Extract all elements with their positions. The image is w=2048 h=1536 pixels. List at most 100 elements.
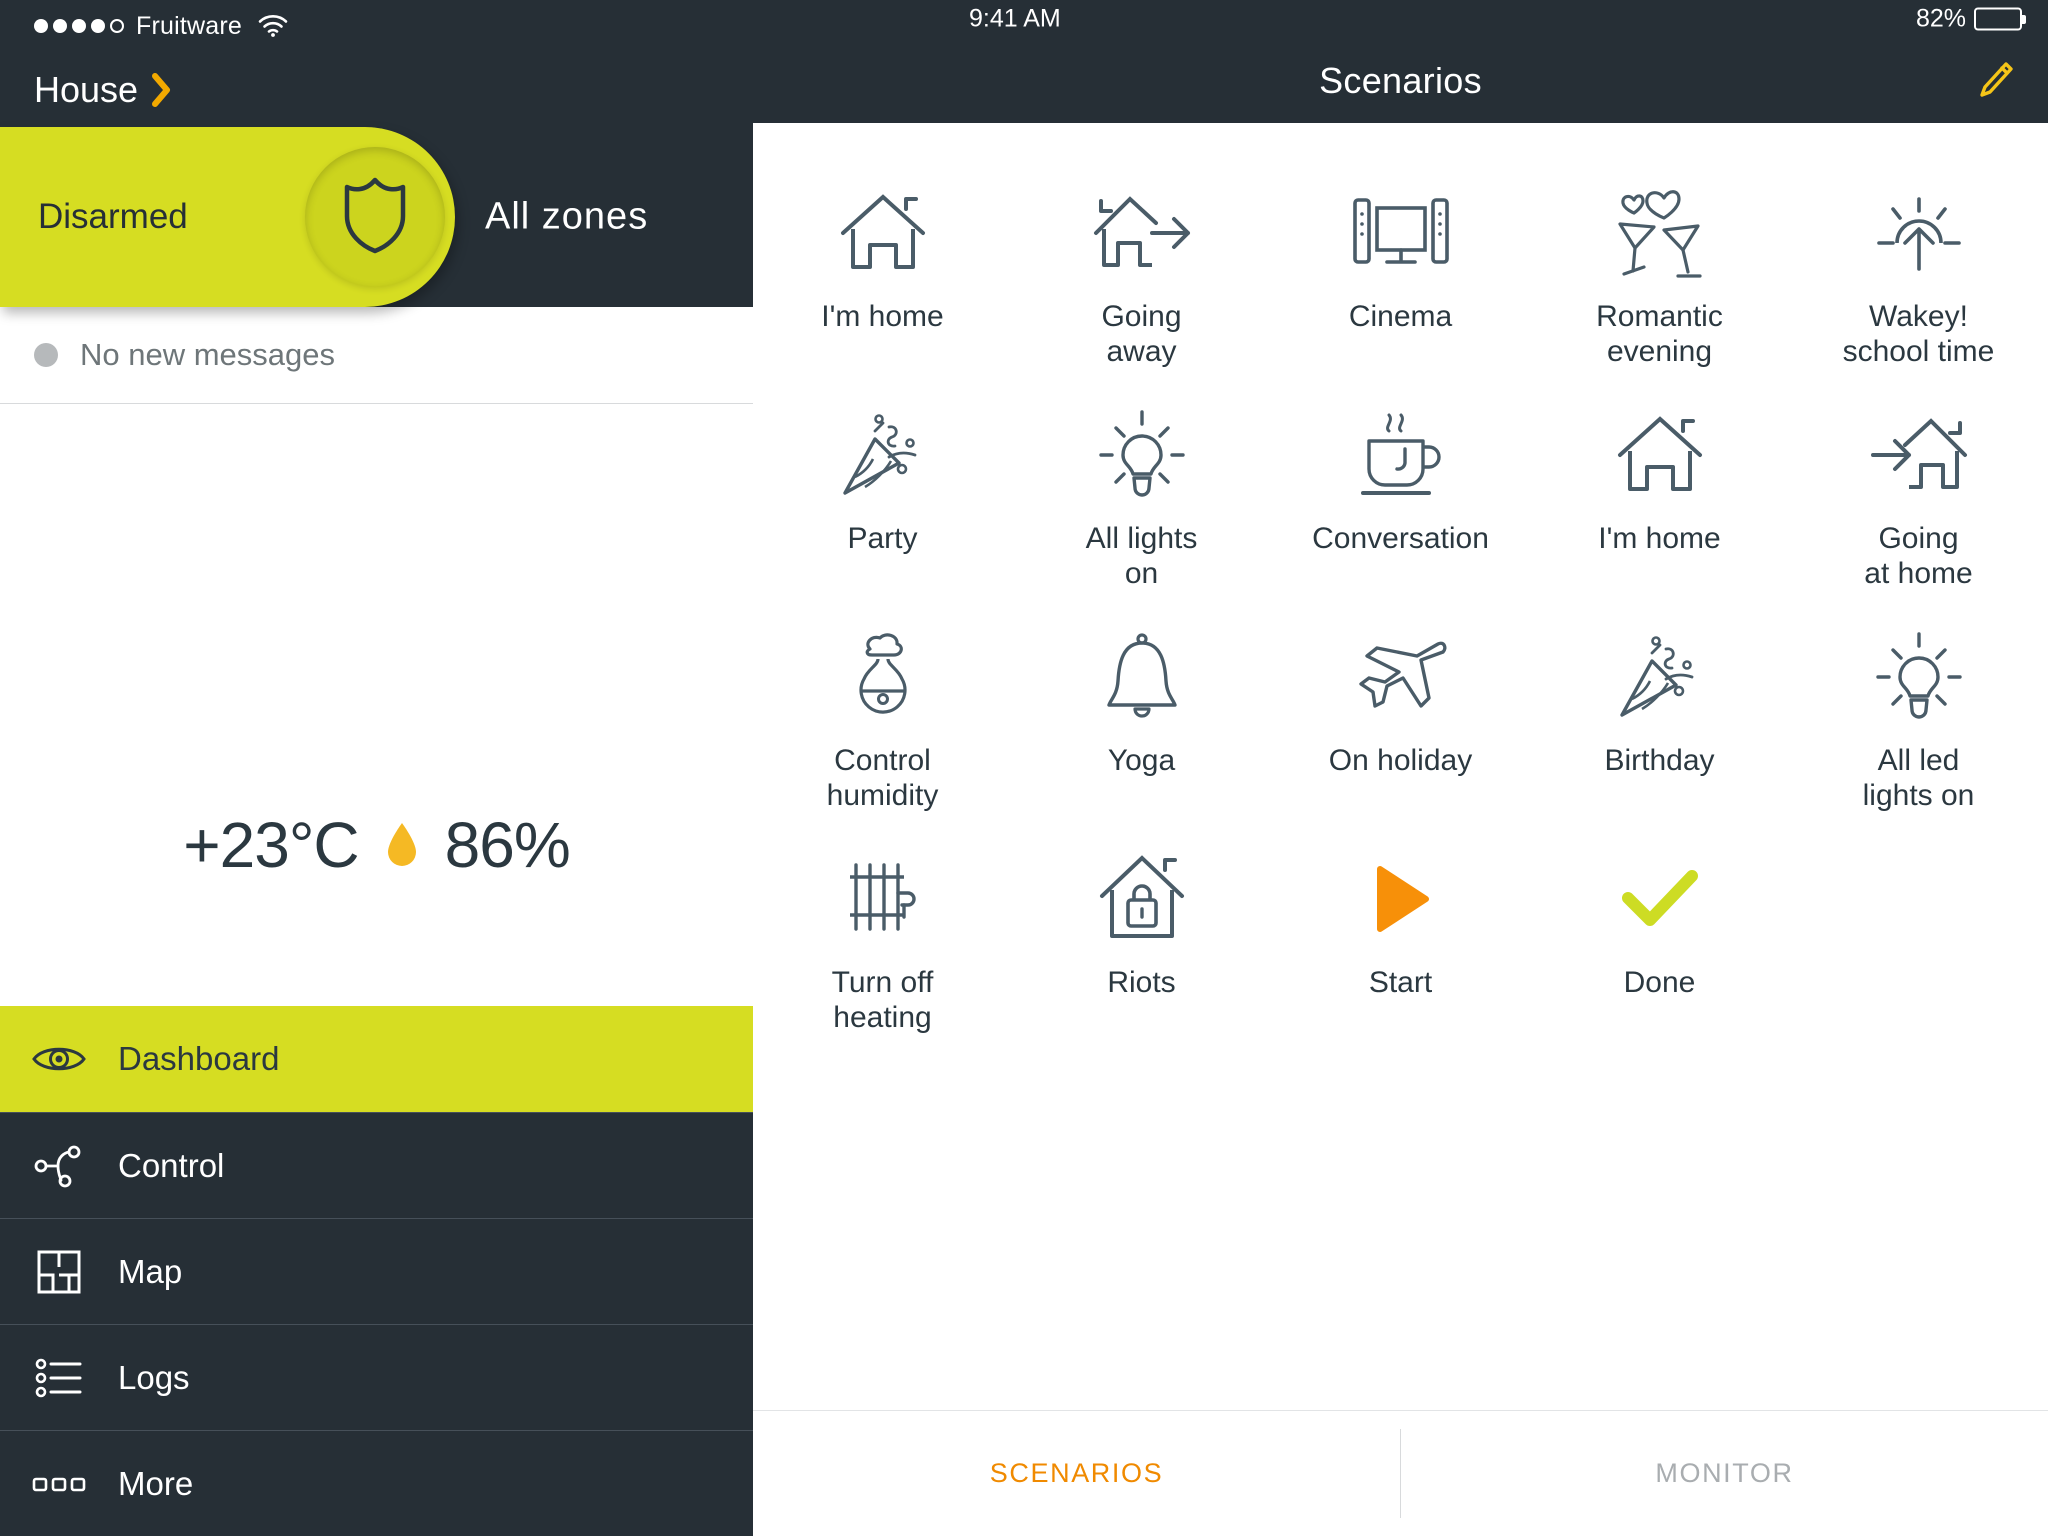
battery-percent-label: 82% xyxy=(1915,4,1966,33)
scenario-tile-start[interactable]: Start xyxy=(1271,823,1530,1045)
scenario-tile-party[interactable]: Party xyxy=(753,379,1012,601)
signal-dot xyxy=(53,19,67,33)
scenario-label: Yoga xyxy=(1107,744,1176,777)
scenario-label: Going away xyxy=(1101,300,1182,369)
scenario-tile-going-at-home[interactable]: Going at home xyxy=(1789,379,2048,601)
tv-speakers-icon xyxy=(1351,183,1451,283)
scenario-tile-riots[interactable]: Riots xyxy=(1012,823,1271,1045)
house-arrow-in-icon xyxy=(1867,405,1971,505)
shield-icon xyxy=(338,174,412,261)
scenario-tile-control-humidity[interactable]: Control humidity xyxy=(753,601,1012,823)
scenario-tile-im-home[interactable]: I'm home xyxy=(753,157,1012,379)
more-dots-icon xyxy=(0,1474,118,1494)
arm-toggle-area: Disarmed All zones xyxy=(0,127,753,307)
messages-label: No new messages xyxy=(80,337,336,372)
scenario-tile-im-home-2[interactable]: I'm home xyxy=(1530,379,1789,601)
house-breadcrumb[interactable]: House xyxy=(0,52,753,127)
scenarios-row: Party All lights on Conversation I'm hom… xyxy=(753,379,2048,601)
house-icon xyxy=(837,183,929,283)
scenarios-row: I'm home Going away Cinema Romantic even… xyxy=(753,157,2048,379)
scenario-tile-all-led-lights-on[interactable]: All led lights on xyxy=(1789,601,2048,823)
arm-toggle-knob[interactable] xyxy=(305,147,445,287)
scenario-tile-all-lights-on[interactable]: All lights on xyxy=(1012,379,1271,601)
scenario-tile-turn-off-heating[interactable]: Turn off heating xyxy=(753,823,1012,1045)
scenario-label: Start xyxy=(1368,966,1433,999)
scenario-label: I'm home xyxy=(1598,522,1721,555)
scenario-tile-yoga[interactable]: Yoga xyxy=(1012,601,1271,823)
check-mark-icon xyxy=(1620,849,1700,949)
scenario-tile-wakey-school-time[interactable]: Wakey! school time xyxy=(1789,157,2048,379)
list-logs-icon xyxy=(0,1357,118,1399)
arm-toggle[interactable]: Disarmed xyxy=(0,127,455,307)
clock-label: 9:41 AM xyxy=(969,4,1061,33)
signal-strength-dots xyxy=(34,19,124,33)
scenario-tile-birthday[interactable]: Birthday xyxy=(1530,601,1789,823)
scenario-label: Birthday xyxy=(1604,744,1715,777)
sidebar-nav: Dashboard Control Map Logs More xyxy=(0,1006,753,1536)
play-triangle-icon xyxy=(1368,849,1434,949)
scenario-label: On holiday xyxy=(1328,744,1473,777)
app-root: Fruitware House Disarmed All zones No ne… xyxy=(0,0,2048,1536)
scenario-tile-cinema[interactable]: Cinema xyxy=(1271,157,1530,379)
signal-dot xyxy=(72,19,86,33)
lightbulb-icon xyxy=(1875,627,1963,727)
left-panel: Fruitware House Disarmed All zones No ne… xyxy=(0,0,753,1536)
floorplan-map-icon xyxy=(0,1249,118,1295)
right-header: Scenarios xyxy=(753,38,2048,123)
sidebar-item-logs[interactable]: Logs xyxy=(0,1324,753,1430)
sidebar-item-map[interactable]: Map xyxy=(0,1218,753,1324)
cocktail-hearts-icon xyxy=(1612,183,1708,283)
house-label: House xyxy=(34,68,139,110)
scenarios-grid: I'm home Going away Cinema Romantic even… xyxy=(753,123,2048,1410)
sidebar-item-more[interactable]: More xyxy=(0,1430,753,1536)
sunrise-icon xyxy=(1871,183,1967,283)
bell-icon xyxy=(1099,627,1185,727)
house-icon xyxy=(1614,405,1706,505)
scenario-label: Cinema xyxy=(1348,300,1453,333)
message-status-dot xyxy=(34,343,58,367)
control-nodes-icon xyxy=(0,1143,118,1189)
battery-icon xyxy=(1974,7,2026,31)
coffee-cup-icon xyxy=(1353,405,1449,505)
tab-monitor[interactable]: MONITOR xyxy=(1401,1411,2048,1536)
scenario-label: All lights on xyxy=(1085,522,1198,591)
party-popper-icon xyxy=(1614,627,1706,727)
signal-dot-empty xyxy=(110,19,124,33)
lightbulb-icon xyxy=(1098,405,1186,505)
tab-label: SCENARIOS xyxy=(989,1458,1164,1488)
scenario-label: All led lights on xyxy=(1862,744,1975,813)
sidebar-item-control[interactable]: Control xyxy=(0,1112,753,1218)
messages-row[interactable]: No new messages xyxy=(0,307,753,404)
scenario-tile-conversation[interactable]: Conversation xyxy=(1271,379,1530,601)
wifi-icon xyxy=(258,14,288,38)
temperature-value: +23°C xyxy=(183,809,359,881)
scenario-label: Done xyxy=(1623,966,1696,999)
sidebar-item-dashboard[interactable]: Dashboard xyxy=(0,1006,753,1112)
scenario-label: Party xyxy=(847,522,918,555)
airplane-icon xyxy=(1351,627,1451,727)
weather-readout: +23°C 86% xyxy=(183,808,571,882)
scenario-tile-romantic-evening[interactable]: Romantic evening xyxy=(1530,157,1789,379)
scenario-tile-on-holiday[interactable]: On holiday xyxy=(1271,601,1530,823)
scenario-label: Going at home xyxy=(1864,522,1973,591)
humidity-icon xyxy=(844,627,922,727)
sidebar-item-label: Map xyxy=(118,1252,183,1290)
humidity-value: 86% xyxy=(444,809,571,881)
pencil-edit-icon[interactable] xyxy=(1976,59,2016,103)
tab-scenarios[interactable]: SCENARIOS xyxy=(753,1411,1400,1536)
scenario-tile-going-away[interactable]: Going away xyxy=(1012,157,1271,379)
chevron-right-icon xyxy=(150,71,174,109)
battery-indicator: 82% xyxy=(1915,4,2026,34)
tab-label: MONITOR xyxy=(1655,1458,1794,1488)
right-status-bar: 9:41 AM 82% xyxy=(753,0,2048,38)
party-popper-icon xyxy=(837,405,929,505)
right-panel: 9:41 AM 82% Scenarios I'm home Going awa… xyxy=(753,0,2048,1536)
radiator-icon xyxy=(842,849,924,949)
signal-dot xyxy=(91,19,105,33)
scenarios-row: Turn off heating Riots Start Done xyxy=(753,823,2048,1045)
eye-icon xyxy=(0,1041,118,1077)
scenario-label: Wakey! school time xyxy=(1842,300,1995,369)
page-title: Scenarios xyxy=(1319,59,1482,101)
sidebar-item-label: Logs xyxy=(118,1358,190,1396)
scenario-tile-done[interactable]: Done xyxy=(1530,823,1789,1045)
